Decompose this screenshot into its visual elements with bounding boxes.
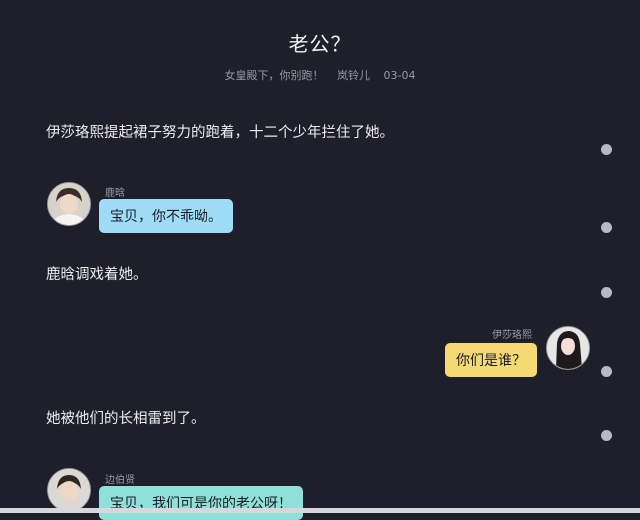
comment-dot-icon[interactable]	[601, 287, 612, 298]
chapter-title: 老公？	[288, 32, 352, 56]
narration-line: 她被他们的长相雷到了。	[46, 411, 206, 427]
avatar-portrait-icon	[48, 183, 90, 225]
avatar[interactable]	[47, 182, 91, 226]
comment-dot-icon[interactable]	[601, 430, 612, 441]
comment-dot-icon[interactable]	[601, 222, 612, 233]
avatar-portrait-icon	[48, 469, 90, 511]
narration-line: 伊莎珞熙提起裙子努力的跑着，十二个少年拦住了她。	[46, 125, 394, 141]
speaker-name: 伊莎珞熙	[492, 330, 532, 341]
comment-dot-icon[interactable]	[601, 366, 612, 377]
avatar-portrait-icon	[547, 327, 589, 369]
avatar[interactable]	[546, 326, 590, 370]
author-name[interactable]: 岚铃儿	[337, 69, 370, 82]
avatar[interactable]	[47, 468, 91, 512]
bottom-edge-bar	[0, 508, 640, 513]
chapter-meta: 女皇殿下，你别跑！ 岚铃儿 03-04	[0, 67, 640, 83]
story-header: 老公？ 女皇殿下，你别跑！ 岚铃儿 03-04	[0, 28, 640, 83]
comment-dot-icon[interactable]	[601, 144, 612, 155]
chat-bubble: 你们是谁？	[445, 343, 537, 377]
chat-bubble: 宝贝，我们可是你的老公呀！	[99, 486, 303, 520]
book-title[interactable]: 女皇殿下，你别跑！	[225, 69, 324, 82]
chat-bubble: 宝贝，你不乖呦。	[99, 199, 233, 233]
narration-line: 鹿晗调戏着她。	[46, 267, 148, 283]
speaker-name: 鹿晗	[105, 188, 125, 199]
speaker-name: 边伯贤	[105, 475, 135, 486]
publish-date: 03-04	[383, 69, 416, 82]
